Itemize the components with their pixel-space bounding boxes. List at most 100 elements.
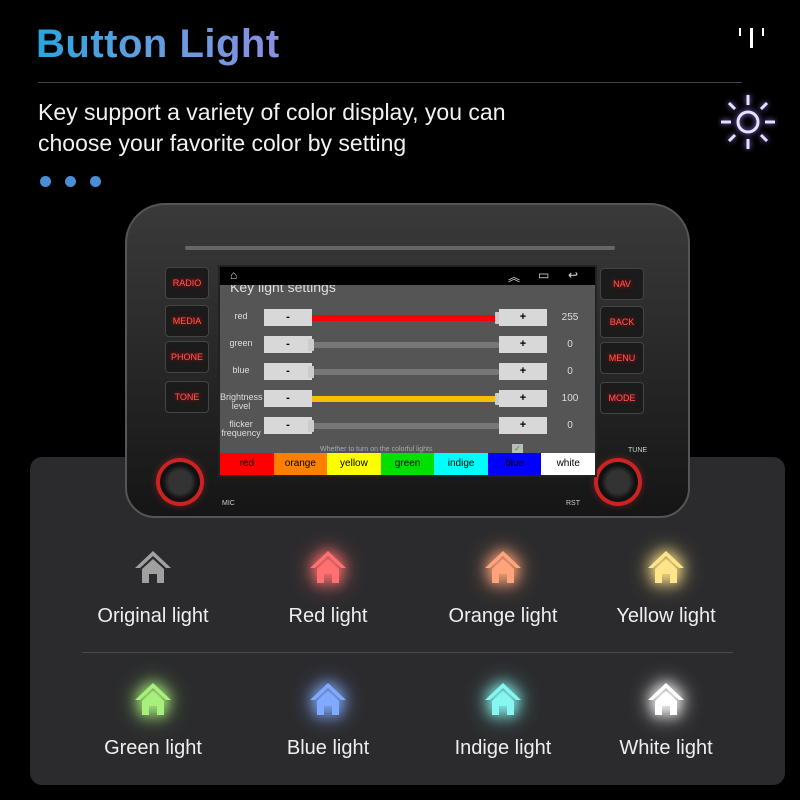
tune-knob[interactable] [598,462,638,502]
slider-value: 255 [561,312,579,323]
color-preset-bar: red orange yellow green indige blue white [220,453,595,475]
color-preset-indige[interactable]: indige [434,453,488,475]
divider [38,82,742,83]
divider [82,652,733,653]
light-option: White light [581,677,751,760]
radio-button[interactable]: RADIO [165,267,209,299]
volume-knob[interactable] [160,462,200,502]
increase-button[interactable]: + [499,417,547,434]
color-preset-green[interactable]: green [380,453,435,475]
status-bar: ⌂ ︽ ▭ ↩ [220,267,595,285]
media-button[interactable]: MEDIA [165,305,209,337]
light-label: White light [619,737,713,759]
slider-row: red - + 255 [220,309,595,327]
decrease-button[interactable]: - [264,417,312,434]
slider-value: 100 [561,393,579,404]
light-option: Blue light [243,677,413,760]
rst-label: RST [566,500,580,507]
house-icon [310,551,346,583]
chevron-up-icon[interactable]: ︽ [508,268,520,285]
description-line: choose your favorite color by setting [38,130,407,156]
light-label: Blue light [286,737,370,759]
light-label: Yellow light [616,605,716,627]
decrease-button[interactable]: - [264,336,312,353]
light-option: Red light [243,545,413,628]
slider-row: flicker frequency - + 0 [220,417,595,438]
slider-thumb[interactable] [308,339,314,351]
slider-label: green [229,338,253,348]
decrease-button[interactable]: - [264,390,312,407]
slider-row: green - + 0 [220,336,595,354]
light-option: Indige light [418,677,588,760]
decrease-button[interactable]: - [264,309,312,326]
increase-button[interactable]: + [499,309,547,326]
bars-icon [739,28,764,48]
slider-row: Brightness level - + 100 [220,390,595,411]
slider-track[interactable] [308,420,499,432]
tune-label: TUNE [628,447,648,454]
light-option: Green light [68,677,238,760]
slider-thumb[interactable] [308,420,314,432]
light-label: Indige light [454,737,552,759]
house-icon [135,683,171,715]
slider-label: red [234,311,248,321]
home-icon[interactable]: ⌂ [230,268,237,282]
slider-row: blue - + 0 [220,363,595,381]
dot [90,176,101,187]
dot [40,176,51,187]
light-label: Green light [104,737,202,759]
house-icon [485,683,521,715]
light-option: Original light [68,545,238,628]
slider-track[interactable] [308,339,499,351]
slider-track[interactable] [308,366,499,378]
dot [65,176,76,187]
menu-button[interactable]: MENU [600,342,644,374]
light-option: Orange light [418,545,588,628]
light-label: Orange light [448,605,558,627]
phone-button[interactable]: PHONE [165,341,209,373]
nav-button[interactable]: NAV [600,268,644,300]
slider-label: Brightness level [220,392,263,411]
mode-button[interactable]: MODE [600,382,644,414]
description-line: Key support a variety of color display, … [38,99,506,125]
slider-thumb[interactable] [308,366,314,378]
slider-label: blue [232,365,250,375]
slider-value: 0 [567,366,573,377]
color-preset-blue[interactable]: blue [487,453,542,475]
recent-apps-icon[interactable]: ▭ [538,268,549,282]
description: Key support a variety of color display, … [38,97,678,159]
house-icon [135,551,171,583]
color-preset-white[interactable]: white [541,453,595,475]
house-icon [648,551,684,583]
pagination-dots [40,176,101,187]
increase-button[interactable]: + [499,390,547,407]
light-label: Original light [97,605,209,627]
slider-track[interactable] [312,312,501,324]
sun-icon [721,95,775,149]
head-unit-screen: Key light settings ⌂ ︽ ▭ ↩ red - + 255 gr… [218,265,597,477]
color-preset-orange[interactable]: orange [273,453,328,475]
color-preset-red[interactable]: red [220,453,274,475]
increase-button[interactable]: + [499,363,547,380]
back-icon[interactable]: ↩ [568,268,578,282]
page-title: Button Light [36,22,280,66]
back-button[interactable]: BACK [600,306,644,338]
slider-track[interactable] [312,393,501,405]
colorful-lights-checkbox[interactable]: ✓ [512,444,523,453]
slider-value: 0 [567,420,573,431]
decrease-button[interactable]: - [264,363,312,380]
slider-fill [312,396,499,402]
slider-label: flicker frequency [221,419,261,438]
color-preset-yellow[interactable]: yellow [327,453,381,475]
house-icon [485,551,521,583]
mic-label: MIC [222,500,235,507]
house-icon [648,683,684,715]
light-option: Yellow light [581,545,751,628]
tone-button[interactable]: TONE [165,381,209,413]
house-icon [310,683,346,715]
increase-button[interactable]: + [499,336,547,353]
slider-value: 0 [567,339,573,350]
slider-fill [312,315,499,321]
cd-slot [185,246,615,250]
colorful-lights-label: Whether to turn on the colorful lights [320,446,433,453]
